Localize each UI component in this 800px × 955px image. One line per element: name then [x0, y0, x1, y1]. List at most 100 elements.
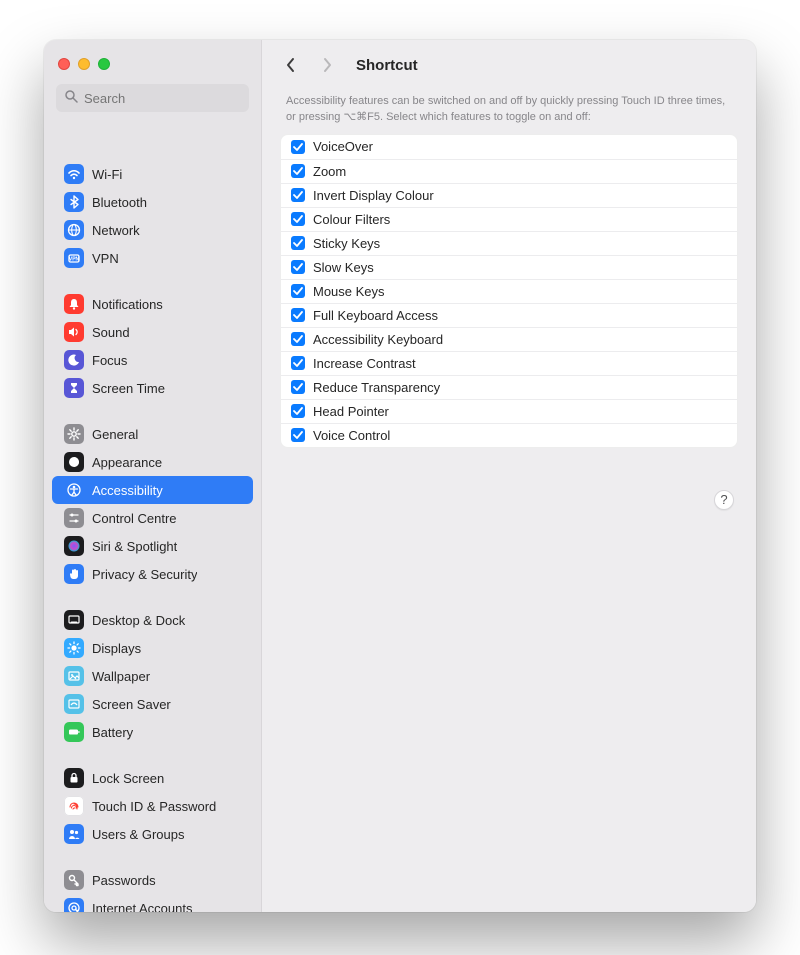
sidebar-item-displays[interactable]: Displays: [52, 634, 253, 662]
feature-row[interactable]: Voice Control: [281, 423, 737, 447]
feature-checkbox[interactable]: [291, 140, 305, 154]
sidebar-item-touchid[interactable]: Touch ID & Password: [52, 792, 253, 820]
help-button[interactable]: ?: [714, 490, 734, 510]
sidebar-item-privacy[interactable]: Privacy & Security: [52, 560, 253, 588]
sidebar-item-appearance[interactable]: Appearance: [52, 448, 253, 476]
feature-row[interactable]: Slow Keys: [281, 255, 737, 279]
feature-checkbox[interactable]: [291, 404, 305, 418]
sidebar-item-siri[interactable]: Siri & Spotlight: [52, 532, 253, 560]
sidebar-item-bluetooth[interactable]: Bluetooth: [52, 188, 253, 216]
feature-checkbox[interactable]: [291, 428, 305, 442]
feature-checkbox[interactable]: [291, 284, 305, 298]
bell-icon: [64, 294, 84, 314]
sidebar-item-label: Wi-Fi: [92, 167, 122, 182]
sidebar-item-label: Notifications: [92, 297, 163, 312]
gear-icon: [64, 424, 84, 444]
header: Shortcut: [262, 40, 756, 90]
feature-checkbox[interactable]: [291, 188, 305, 202]
feature-row[interactable]: VoiceOver: [281, 135, 737, 159]
feature-label: VoiceOver: [313, 139, 373, 154]
sidebar-item-label: Focus: [92, 353, 127, 368]
fullscreen-window-button[interactable]: [98, 58, 110, 70]
sidebar-item-label: VPN: [92, 251, 119, 266]
sidebar-item-battery[interactable]: Battery: [52, 718, 253, 746]
moon-icon: [64, 350, 84, 370]
feature-label: Full Keyboard Access: [313, 308, 438, 323]
feature-checkbox[interactable]: [291, 164, 305, 178]
sidebar: Wi-Fi Bluetooth Network VPN Notifications Sou…: [44, 40, 262, 912]
sidebar-item-label: Screen Time: [92, 381, 165, 396]
sidebar-item-network[interactable]: Network: [52, 216, 253, 244]
feature-row[interactable]: Zoom: [281, 159, 737, 183]
feature-row[interactable]: Accessibility Keyboard: [281, 327, 737, 351]
feature-row[interactable]: Mouse Keys: [281, 279, 737, 303]
sidebar-item-vpn[interactable]: VPN: [52, 244, 253, 272]
sidebar-item-controlcentre[interactable]: Control Centre: [52, 504, 253, 532]
feature-label: Voice Control: [313, 428, 390, 443]
sidebar-item-internetaccounts[interactable]: Internet Accounts: [52, 894, 253, 912]
sidebar-item-label: Network: [92, 223, 140, 238]
sidebar-item-general[interactable]: General: [52, 420, 253, 448]
sidebar-item-label: Displays: [92, 641, 141, 656]
feature-label: Slow Keys: [313, 260, 374, 275]
search-input[interactable]: [84, 91, 241, 106]
key-icon: [64, 870, 84, 890]
dock-icon: [64, 610, 84, 630]
page-title: Shortcut: [356, 57, 418, 74]
sidebar-item-wallpaper[interactable]: Wallpaper: [52, 662, 253, 690]
feature-checkbox[interactable]: [291, 212, 305, 226]
feature-checkbox[interactable]: [291, 380, 305, 394]
close-window-button[interactable]: [58, 58, 70, 70]
sidebar-item-screensaver[interactable]: Screen Saver: [52, 690, 253, 718]
sidebar-item-label: Accessibility: [92, 483, 163, 498]
feature-row[interactable]: Reduce Transparency: [281, 375, 737, 399]
feature-label: Increase Contrast: [313, 356, 416, 371]
feature-checkbox[interactable]: [291, 332, 305, 346]
forward-button[interactable]: [316, 50, 338, 80]
feature-checkbox[interactable]: [291, 356, 305, 370]
sidebar-item-wifi[interactable]: Wi-Fi: [52, 160, 253, 188]
sidebar-item-label: Battery: [92, 725, 133, 740]
search-field[interactable]: [56, 84, 249, 112]
at-icon: [64, 898, 84, 912]
sidebar-item-focus[interactable]: Focus: [52, 346, 253, 374]
feature-checkbox[interactable]: [291, 308, 305, 322]
battery-icon: [64, 722, 84, 742]
speaker-icon: [64, 322, 84, 342]
sidebar-item-desktopdock[interactable]: Desktop & Dock: [52, 606, 253, 634]
sidebar-item-usersgroups[interactable]: Users & Groups: [52, 820, 253, 848]
sliders-icon: [64, 508, 84, 528]
feature-checkbox[interactable]: [291, 260, 305, 274]
appearance-icon: [64, 452, 84, 472]
feature-row[interactable]: Colour Filters: [281, 207, 737, 231]
back-button[interactable]: [280, 50, 302, 80]
sidebar-item-accessibility[interactable]: Accessibility: [52, 476, 253, 504]
feature-row[interactable]: Head Pointer: [281, 399, 737, 423]
bluetooth-icon: [64, 192, 84, 212]
feature-label: Head Pointer: [313, 404, 389, 419]
sidebar-list[interactable]: Wi-Fi Bluetooth Network VPN Notifications Sou…: [44, 120, 261, 912]
sidebar-item-sound[interactable]: Sound: [52, 318, 253, 346]
lock-icon: [64, 768, 84, 788]
main-pane: Shortcut Accessibility features can be s…: [262, 40, 756, 912]
minimize-window-button[interactable]: [78, 58, 90, 70]
sidebar-item-lockscreen[interactable]: Lock Screen: [52, 764, 253, 792]
feature-checkbox[interactable]: [291, 236, 305, 250]
sidebar-item-notifications[interactable]: Notifications: [52, 290, 253, 318]
feature-row[interactable]: Increase Contrast: [281, 351, 737, 375]
sidebar-item-label: Screen Saver: [92, 697, 171, 712]
globe-icon: [64, 220, 84, 240]
sidebar-item-screentime[interactable]: Screen Time: [52, 374, 253, 402]
content: Accessibility features can be switched o…: [262, 90, 756, 528]
feature-label: Sticky Keys: [313, 236, 380, 251]
feature-label: Accessibility Keyboard: [313, 332, 443, 347]
sidebar-item-passwords[interactable]: Passwords: [52, 866, 253, 894]
window-controls: [44, 40, 261, 74]
feature-row[interactable]: Sticky Keys: [281, 231, 737, 255]
feature-row[interactable]: Invert Display Colour: [281, 183, 737, 207]
feature-row[interactable]: Full Keyboard Access: [281, 303, 737, 327]
fingerprint-icon: [64, 796, 84, 816]
sidebar-item-label: Touch ID & Password: [92, 799, 216, 814]
wallpaper-icon: [64, 666, 84, 686]
siri-icon: [64, 536, 84, 556]
